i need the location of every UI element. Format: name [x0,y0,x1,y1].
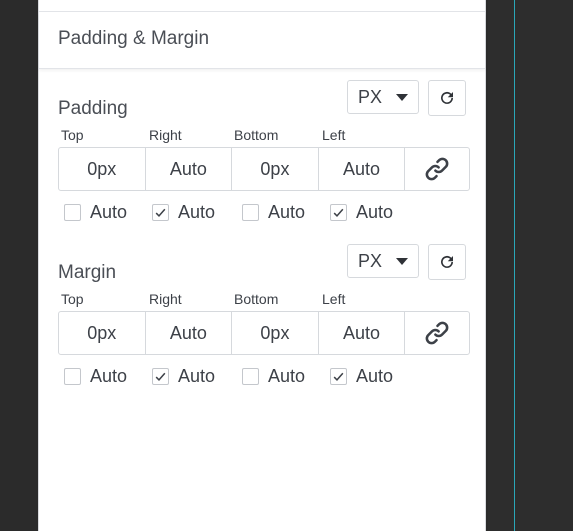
padding-top-input[interactable]: 0px [59,148,146,190]
padding-right-auto[interactable]: Auto [152,202,215,223]
checkbox-checked[interactable] [152,204,169,221]
padding-top-label: Top [61,127,84,143]
settings-panel: Padding & Margin Padding PX Top Right Bo… [38,0,486,531]
reset-icon [441,255,453,268]
check-icon [155,372,166,381]
margin-top-auto[interactable]: Auto [64,366,127,387]
margin-bottom-input[interactable]: 0px [232,312,319,354]
auto-label: Auto [268,202,306,222]
margin-auto-checks: Auto Auto Auto Auto [64,366,484,390]
padding-bottom-auto[interactable]: Auto [242,202,305,223]
padding-left-input[interactable]: Auto [319,148,406,190]
padding-right-input[interactable]: Auto [146,148,233,190]
checkbox-checked[interactable] [330,368,347,385]
margin-top-label: Top [61,291,84,307]
auto-label: Auto [90,366,128,386]
margin-inputs: 0px Auto 0px Auto [58,311,470,355]
margin-top-input[interactable]: 0px [59,312,146,354]
padding-unit-value: PX [358,86,383,107]
check-icon [333,372,344,381]
padding-reset-button[interactable] [428,80,466,116]
auto-label: Auto [90,202,128,222]
margin-left-label: Left [322,291,346,307]
padding-bottom-input[interactable]: 0px [232,148,319,190]
auto-label: Auto [356,202,394,222]
margin-right-label: Right [149,291,182,307]
margin-left-input[interactable]: Auto [319,312,406,354]
margin-left-auto[interactable]: Auto [330,366,393,387]
margin-bottom-label: Bottom [234,291,279,307]
padding-auto-checks: Auto Auto Auto Auto [64,202,484,226]
margin-bottom-auto[interactable]: Auto [242,366,305,387]
check-icon [333,208,344,217]
auto-label: Auto [178,366,216,386]
previous-section-edge [39,0,485,12]
margin-unit-value: PX [358,250,383,271]
padding-bottom-label: Bottom [234,127,279,143]
auto-label: Auto [178,202,216,222]
margin-reset-button[interactable] [428,244,466,280]
section-title: Padding & Margin [58,28,210,49]
padding-inputs: 0px Auto 0px Auto [58,147,470,191]
auto-label: Auto [268,366,306,386]
checkbox-checked[interactable] [152,368,169,385]
margin-link-button[interactable] [405,312,469,354]
alignment-guide [514,0,515,531]
padding-link-button[interactable] [405,148,469,190]
padding-right-label: Right [149,127,182,143]
checkbox[interactable] [64,368,81,385]
canvas-area [488,0,573,531]
checkbox[interactable] [242,204,259,221]
checkbox-checked[interactable] [330,204,347,221]
section-header[interactable]: Padding & Margin [39,13,485,69]
chevron-down-icon [396,258,408,265]
padding-top-auto[interactable]: Auto [64,202,127,223]
padding-left-label: Left [322,127,346,143]
margin-label: Margin [58,262,117,283]
check-icon [155,208,166,217]
checkbox[interactable] [64,204,81,221]
reset-icon [441,91,453,104]
link-icon [425,321,449,345]
margin-right-input[interactable]: Auto [146,312,233,354]
checkbox[interactable] [242,368,259,385]
margin-unit-select[interactable]: PX [347,244,419,278]
margin-right-auto[interactable]: Auto [152,366,215,387]
padding-left-auto[interactable]: Auto [330,202,393,223]
padding-label: Padding [58,98,128,119]
auto-label: Auto [356,366,394,386]
padding-unit-select[interactable]: PX [347,80,419,114]
chevron-down-icon [396,94,408,101]
link-icon [425,157,449,181]
